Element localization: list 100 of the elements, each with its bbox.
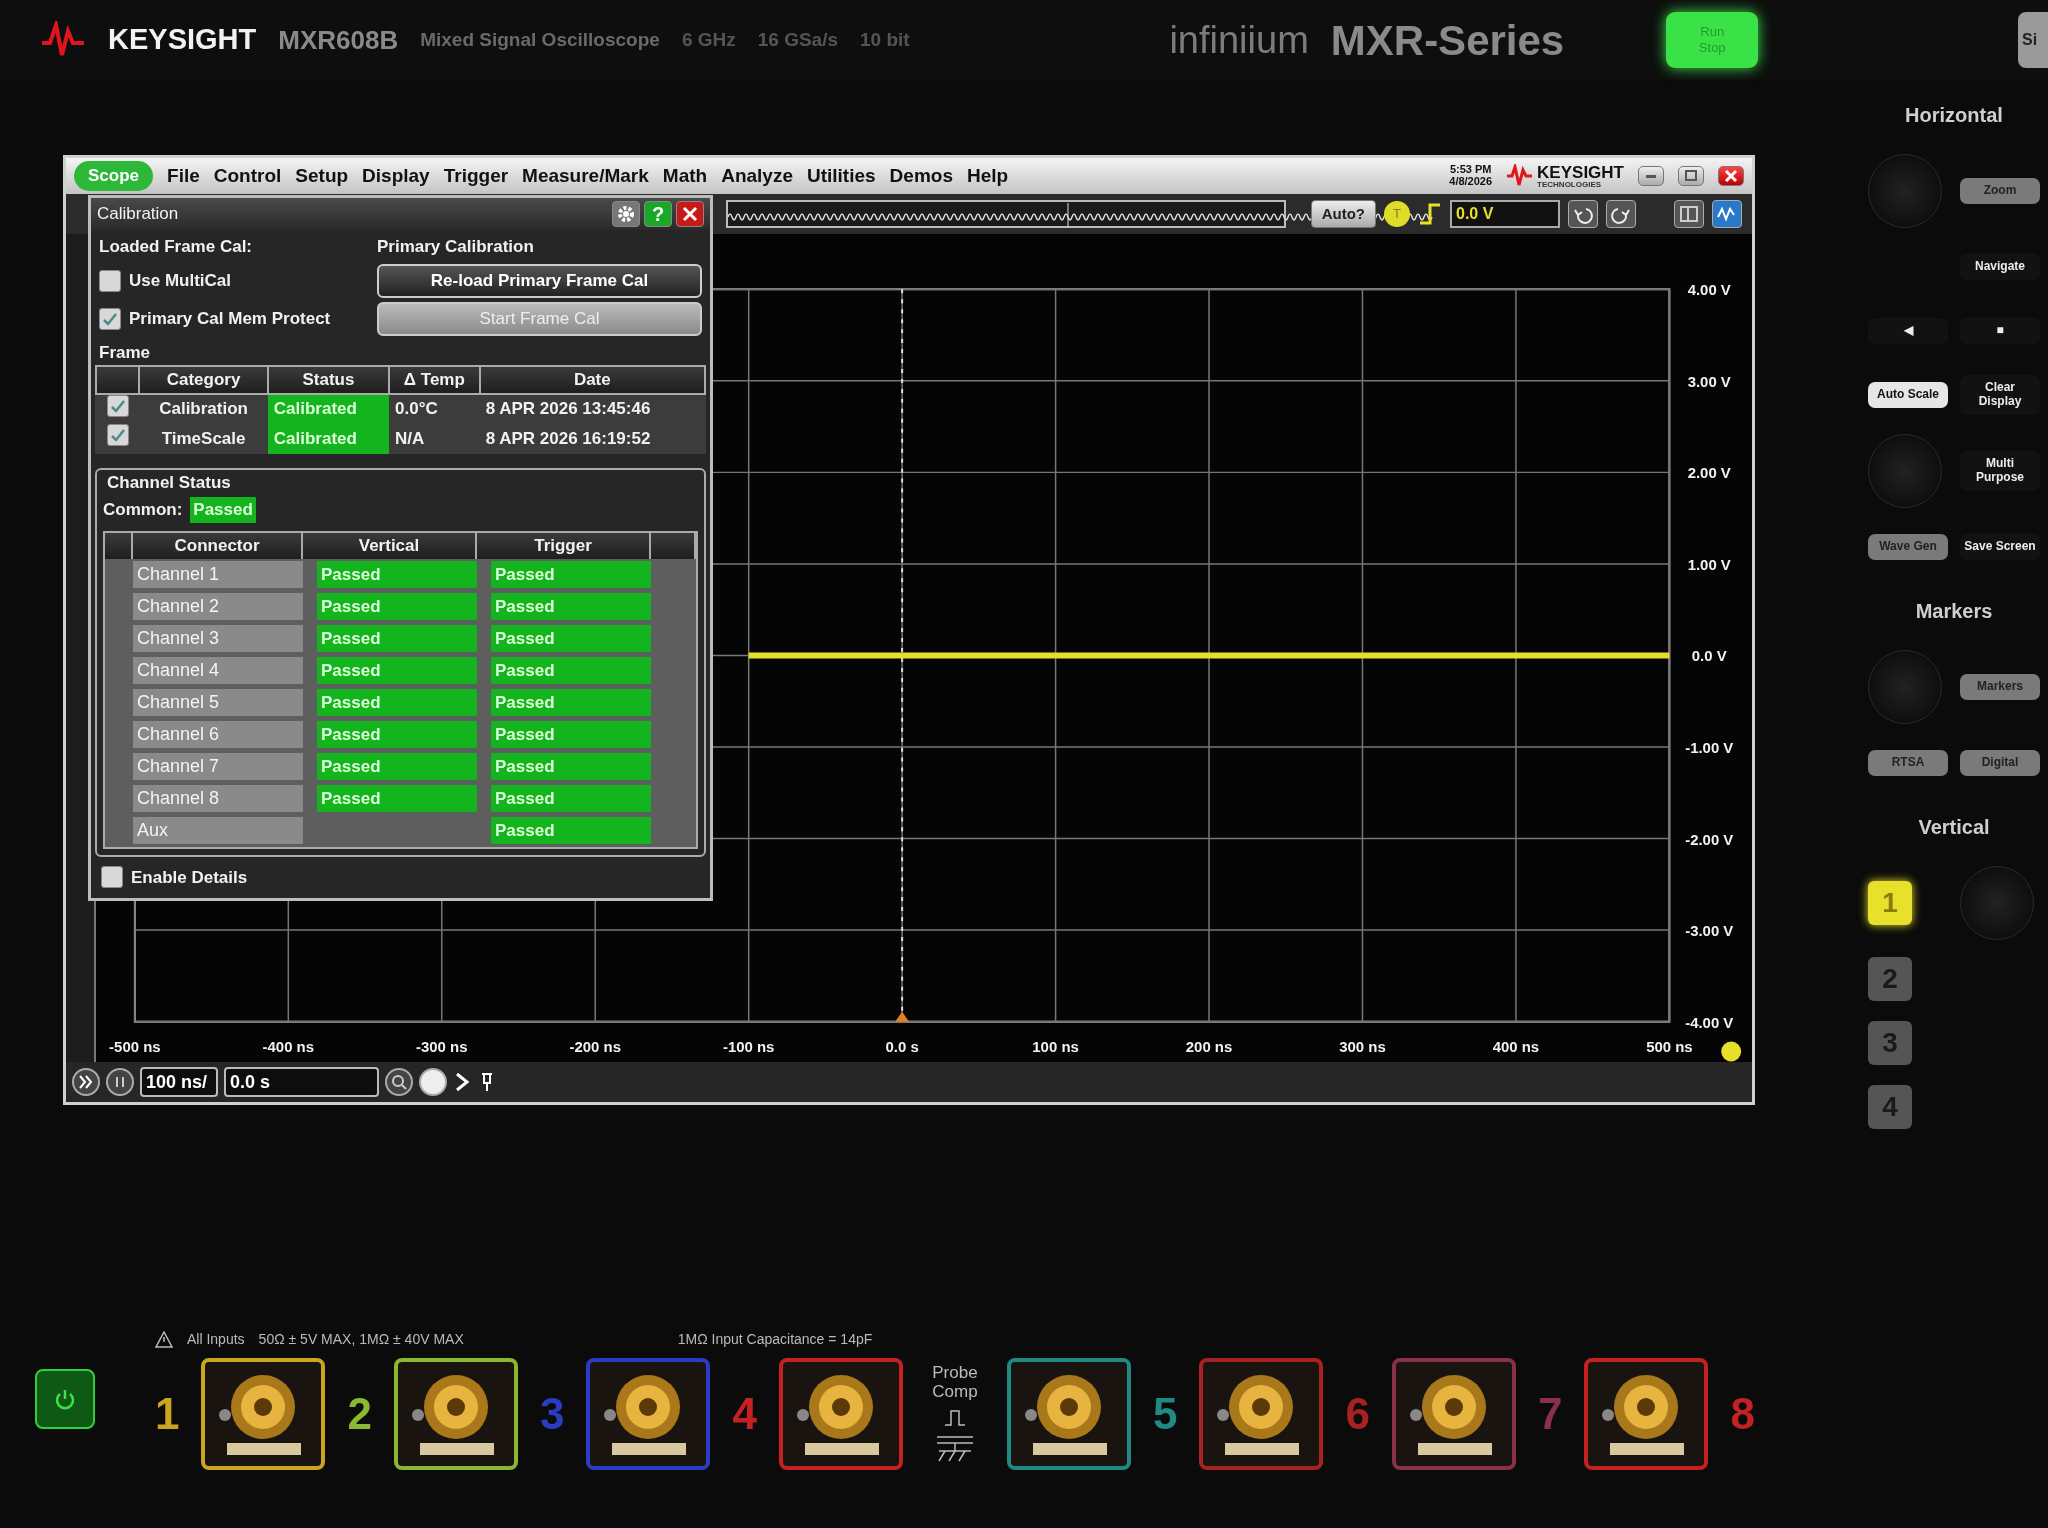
layout-button[interactable] (1674, 200, 1704, 228)
table-cell: 8 APR 2026 16:19:52 (479, 423, 705, 454)
logo-icon (1506, 164, 1534, 188)
front-panel-key[interactable]: Si (2018, 12, 2048, 68)
close-icon (680, 204, 700, 224)
menu-item[interactable]: File (167, 161, 200, 191)
maximize-button[interactable] (1678, 166, 1704, 186)
status-cell: Calibrated (267, 423, 390, 454)
x-axis-label: 500 ns (1646, 1037, 1693, 1055)
x-axis-label: -500 ns (109, 1037, 161, 1055)
panel-key[interactable]: Clear Display (1960, 375, 2040, 415)
delay-field[interactable]: 0.0 s (224, 1067, 379, 1097)
panel-key[interactable]: Auto Scale (1868, 382, 1948, 408)
menu-item[interactable]: Control (213, 161, 282, 191)
connector-cell: Channel 1 (133, 561, 303, 588)
timebase-field[interactable]: 100 ns/ (140, 1067, 218, 1097)
hold-button[interactable] (106, 1068, 134, 1096)
zoom-button[interactable] (385, 1068, 413, 1096)
column-header: Δ Temp (389, 366, 480, 394)
status-cell: Passed (491, 689, 651, 716)
square-wave-icon (942, 1407, 967, 1428)
clock-date: 4/8/2026 (1449, 176, 1493, 188)
checkbox[interactable] (101, 866, 123, 889)
panel-key[interactable]: Save Screen (1960, 534, 2040, 560)
menu-item[interactable]: Utilities (806, 161, 876, 191)
redo-button[interactable] (1606, 200, 1636, 228)
status-cell: Passed (491, 721, 651, 748)
menu-item[interactable]: Help (966, 161, 1009, 191)
connector-cell: Channel 5 (133, 689, 303, 716)
checkbox[interactable] (106, 424, 129, 447)
status-cell: Passed (317, 785, 477, 812)
checkbox-label: Enable Details (131, 866, 248, 889)
column-header: Connector (133, 532, 303, 559)
menu-item[interactable]: Measure/Mark (522, 161, 649, 191)
trigger-level-field[interactable]: 0.0 V (1450, 200, 1560, 228)
column-header: Status (267, 366, 390, 394)
panel-key[interactable]: ◀ (1868, 318, 1948, 344)
settings-button[interactable] (612, 201, 640, 227)
panel-key[interactable]: Digital (1960, 750, 2040, 776)
channel-number: 4 (732, 1387, 757, 1440)
checkbox[interactable] (99, 269, 121, 292)
dialog-button[interactable]: Re-load Primary Frame Cal (377, 263, 702, 298)
status-cell: Passed (190, 497, 256, 523)
panel-key[interactable]: Markers (1960, 674, 2040, 700)
series-name: MXR-Series (1330, 15, 1565, 66)
menu-item[interactable]: Math (662, 161, 708, 191)
menu-item[interactable]: Demos (889, 161, 953, 191)
panel-key[interactable]: Navigate (1960, 254, 2040, 280)
chevron-icon[interactable] (453, 1071, 471, 1093)
table-cell: 0.0°C (389, 393, 480, 424)
panel-key[interactable]: Zoom (1960, 178, 2040, 204)
menu-item[interactable]: Display (362, 161, 430, 191)
table-cell: 8 APR 2026 13:45:46 (479, 393, 705, 424)
panel-key[interactable]: ■ (1960, 318, 2040, 344)
expand-button[interactable] (72, 1068, 100, 1096)
y-axis-label: 0.0 V (1691, 647, 1727, 665)
waveform-button[interactable] (1712, 200, 1742, 228)
connector-cell: Channel 3 (133, 625, 303, 652)
connector-cell: Channel 4 (133, 657, 303, 684)
record-button[interactable] (419, 1068, 447, 1096)
y-axis-label: 2.00 V (1687, 464, 1731, 482)
auto-button[interactable]: Auto? (1310, 199, 1376, 229)
status-cell: Passed (491, 657, 651, 684)
input-rating-label: All Inputs (187, 1329, 245, 1349)
channel-number: 6 (1345, 1387, 1370, 1440)
status-cell: Passed (491, 593, 651, 620)
menu-item[interactable]: Analyze (721, 161, 793, 191)
menu-item[interactable]: Trigger (443, 161, 509, 191)
panel-key[interactable]: RTSA (1868, 750, 1948, 776)
connector-cell: Aux (133, 817, 303, 844)
close-button[interactable] (1718, 166, 1744, 186)
connector-cell: Channel 7 (133, 753, 303, 780)
logo-text: KEYSIGHT (1537, 163, 1624, 181)
checkbox[interactable] (106, 394, 129, 417)
column-header: Category (139, 366, 268, 394)
status-cell: Passed (317, 689, 477, 716)
panel-key[interactable]: Wave Gen (1868, 534, 1948, 560)
trigger-marker-icon (895, 1011, 909, 1022)
trigger-badge: T (1384, 201, 1410, 227)
spec-label: 10 bit (860, 27, 910, 52)
input-rating: 50Ω ± 5V MAX, 1MΩ ± 40V MAX (258, 1329, 464, 1349)
close-button[interactable] (676, 201, 704, 227)
column-header: Trigger (477, 532, 651, 559)
y-axis-label: -3.00 V (1685, 922, 1734, 940)
panel-heading: Horizontal (1904, 103, 2004, 128)
minimize-button[interactable] (1638, 166, 1664, 186)
y-axis-label: -1.00 V (1685, 739, 1734, 756)
channel-number: 8 (1730, 1387, 1755, 1440)
power-button[interactable] (35, 1369, 95, 1429)
status-cell: Passed (317, 721, 477, 748)
product-family: infiniium (1169, 17, 1309, 63)
undo-button[interactable] (1568, 200, 1598, 228)
checkbox[interactable] (99, 307, 121, 330)
channel-number: 1 (155, 1387, 180, 1440)
panel-key[interactable]: Multi Purpose (1960, 451, 2040, 491)
channel-marker-icon (1721, 1041, 1742, 1062)
y-axis-label: -4.00 V (1685, 1013, 1734, 1031)
menu-item[interactable]: Setup (295, 161, 349, 191)
status-cell: Passed (491, 625, 651, 652)
y-axis-label: 1.00 V (1687, 555, 1731, 573)
